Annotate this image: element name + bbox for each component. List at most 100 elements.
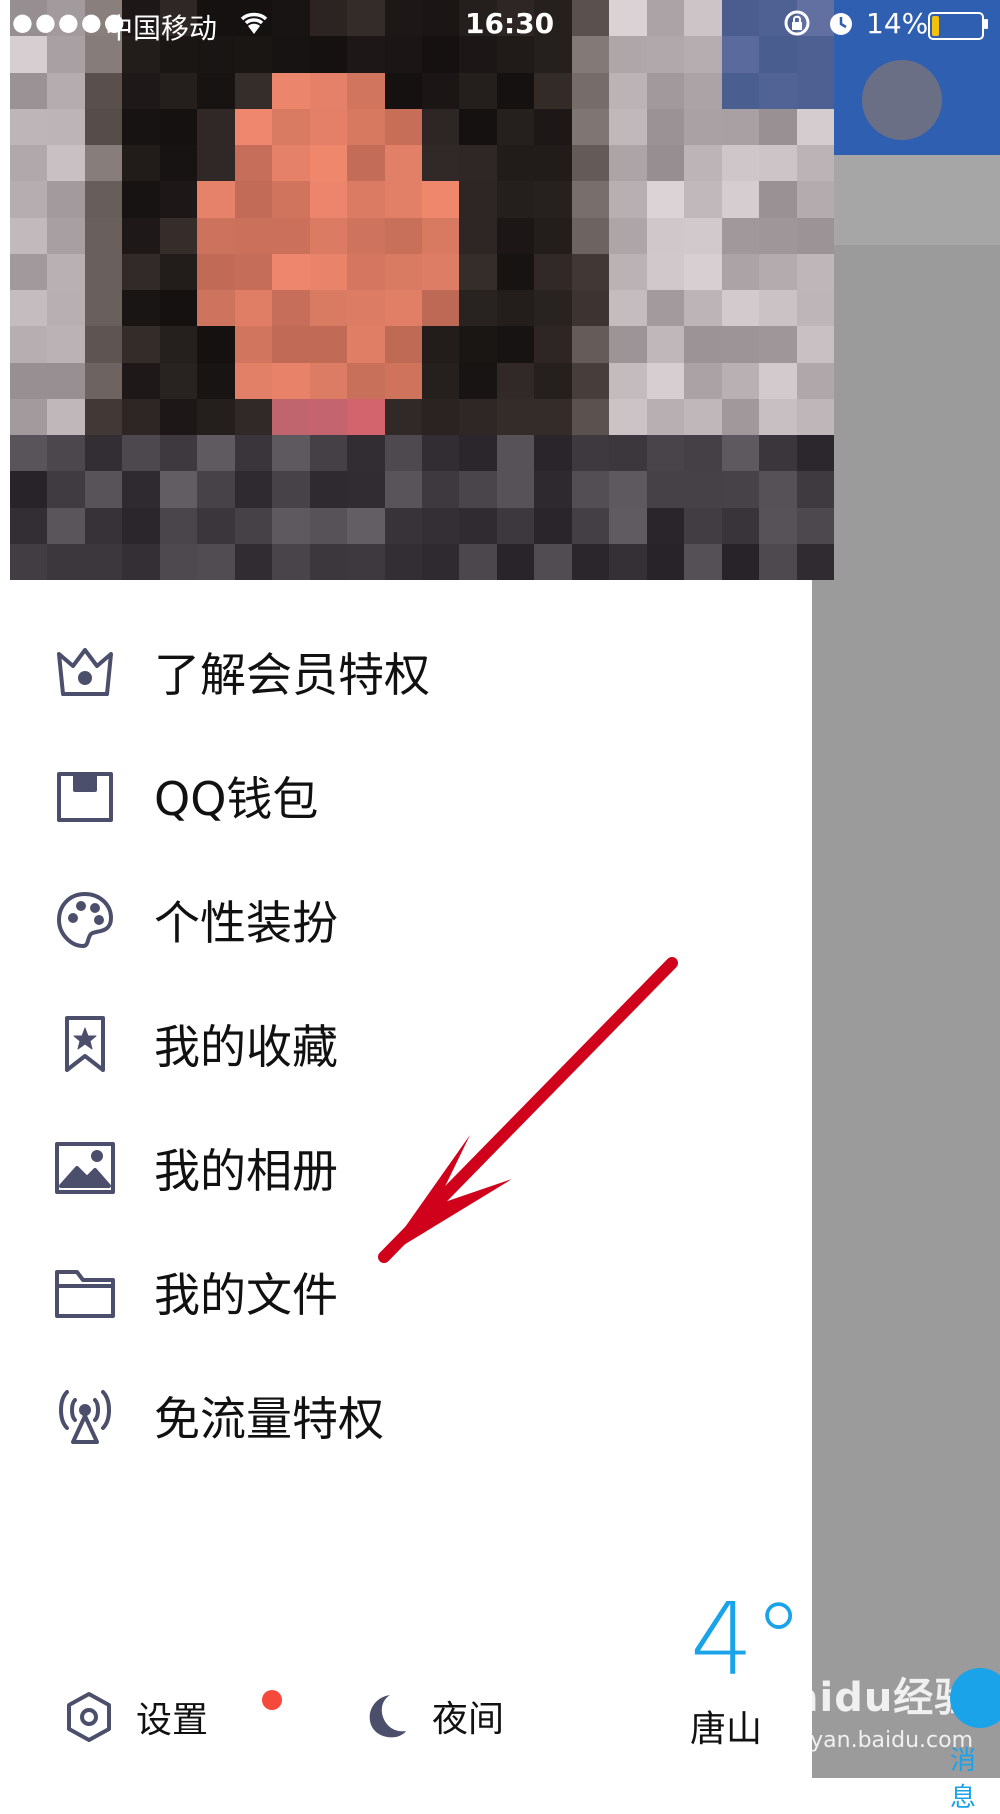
photo-pixel xyxy=(47,181,85,218)
photo-pixel xyxy=(384,181,422,218)
photo-pixel xyxy=(609,217,647,254)
photo-pixel xyxy=(721,217,760,254)
photo-pixel xyxy=(47,435,85,472)
photo-pixel xyxy=(534,471,572,508)
photo-pixel xyxy=(347,326,385,363)
photo-pixel xyxy=(796,253,834,290)
photo-pixel xyxy=(459,543,497,580)
photo-pixel xyxy=(421,290,460,327)
photo-pixel xyxy=(347,181,385,218)
photo-pixel xyxy=(84,398,123,435)
menu-item-wallet[interactable]: QQ钱包 xyxy=(0,734,812,858)
photo-pixel xyxy=(459,181,497,218)
photo-pixel xyxy=(10,72,48,109)
photo-pixel xyxy=(347,398,385,435)
photo-pixel xyxy=(159,181,198,218)
photo-pixel xyxy=(197,108,235,145)
photo-pixel xyxy=(234,398,273,435)
photo-pixel xyxy=(159,217,198,254)
photo-pixel xyxy=(309,435,348,472)
photo-pixel xyxy=(684,543,722,580)
photo-pixel xyxy=(496,253,535,290)
photo-pixel xyxy=(534,253,572,290)
photo-pixel xyxy=(122,290,160,327)
photo-pixel xyxy=(347,290,385,327)
photo-pixel xyxy=(646,145,685,182)
photo-pixel xyxy=(796,362,834,399)
profile-cover-photo[interactable] xyxy=(10,0,834,580)
photo-pixel xyxy=(759,435,797,472)
photo-pixel xyxy=(421,181,460,218)
photo-pixel xyxy=(159,543,198,580)
photo-pixel xyxy=(646,543,685,580)
photo-pixel xyxy=(759,290,797,327)
photo-pixel xyxy=(272,290,310,327)
photo-pixel xyxy=(421,507,460,544)
photo-pixel xyxy=(47,253,85,290)
photo-pixel xyxy=(609,108,647,145)
photo-pixel xyxy=(721,398,760,435)
photo-pixel xyxy=(159,290,198,327)
photo-pixel xyxy=(10,435,48,472)
avatar[interactable] xyxy=(862,60,942,140)
weather-widget[interactable]: 4° 唐山 xyxy=(690,1590,810,1752)
photo-pixel xyxy=(421,362,460,399)
photo-pixel xyxy=(609,471,647,508)
photo-pixel xyxy=(684,253,722,290)
menu-item-free-data[interactable]: 免流量特权 xyxy=(0,1354,812,1478)
photo-pixel xyxy=(309,145,348,182)
settings-button[interactable]: 设置 xyxy=(62,1690,282,1744)
photo-pixel xyxy=(47,507,85,544)
photo-pixel xyxy=(721,181,760,218)
photo-pixel xyxy=(609,435,647,472)
message-tab-label[interactable]: 消息 xyxy=(950,1740,1000,1814)
menu-item-label: 我的文件 xyxy=(154,1268,338,1322)
main-content-dimmed[interactable] xyxy=(812,0,1000,1778)
photo-pixel xyxy=(347,471,385,508)
photo-pixel xyxy=(122,543,160,580)
photo-pixel xyxy=(759,181,797,218)
photo-pixel xyxy=(197,145,235,182)
photo-pixel xyxy=(234,362,273,399)
photo-pixel xyxy=(384,435,422,472)
photo-pixel xyxy=(159,145,198,182)
photo-pixel xyxy=(421,471,460,508)
photo-pixel xyxy=(384,326,422,363)
photo-pixel xyxy=(796,435,834,472)
photo-pixel xyxy=(84,326,123,363)
photo-pixel xyxy=(384,362,422,399)
photo-pixel xyxy=(534,108,572,145)
photo-pixel xyxy=(646,108,685,145)
photo-pixel xyxy=(10,253,48,290)
orientation-lock-icon xyxy=(782,8,812,45)
settings-label: 设置 xyxy=(136,1700,209,1741)
photo-pixel xyxy=(234,290,273,327)
night-mode-button[interactable]: 夜间 xyxy=(360,1690,504,1742)
photo-pixel xyxy=(47,471,85,508)
photo-pixel xyxy=(534,145,572,182)
menu-item-label: QQ钱包 xyxy=(154,772,319,826)
photo-pixel xyxy=(796,543,834,580)
photo-pixel xyxy=(309,290,348,327)
menu-item-vip[interactable]: 了解会员特权 xyxy=(0,610,812,734)
photo-pixel xyxy=(796,507,834,544)
photo-pixel xyxy=(721,290,760,327)
photo-pixel xyxy=(796,471,834,508)
photo-pixel xyxy=(159,362,198,399)
photo-pixel xyxy=(421,217,460,254)
photo-pixel xyxy=(122,108,160,145)
photo-pixel xyxy=(234,108,273,145)
wallet-icon xyxy=(52,763,118,829)
photo-pixel xyxy=(421,326,460,363)
photo-pixel xyxy=(721,362,760,399)
photo-pixel xyxy=(609,290,647,327)
photo-pixel xyxy=(309,108,348,145)
photo-pixel xyxy=(571,217,610,254)
photo-pixel xyxy=(10,181,48,218)
menu-item-label: 了解会员特权 xyxy=(154,648,430,702)
photo-pixel xyxy=(84,290,123,327)
photo-pixel xyxy=(272,398,310,435)
photo-pixel xyxy=(122,72,160,109)
photo-pixel xyxy=(384,543,422,580)
photo-pixel xyxy=(759,362,797,399)
